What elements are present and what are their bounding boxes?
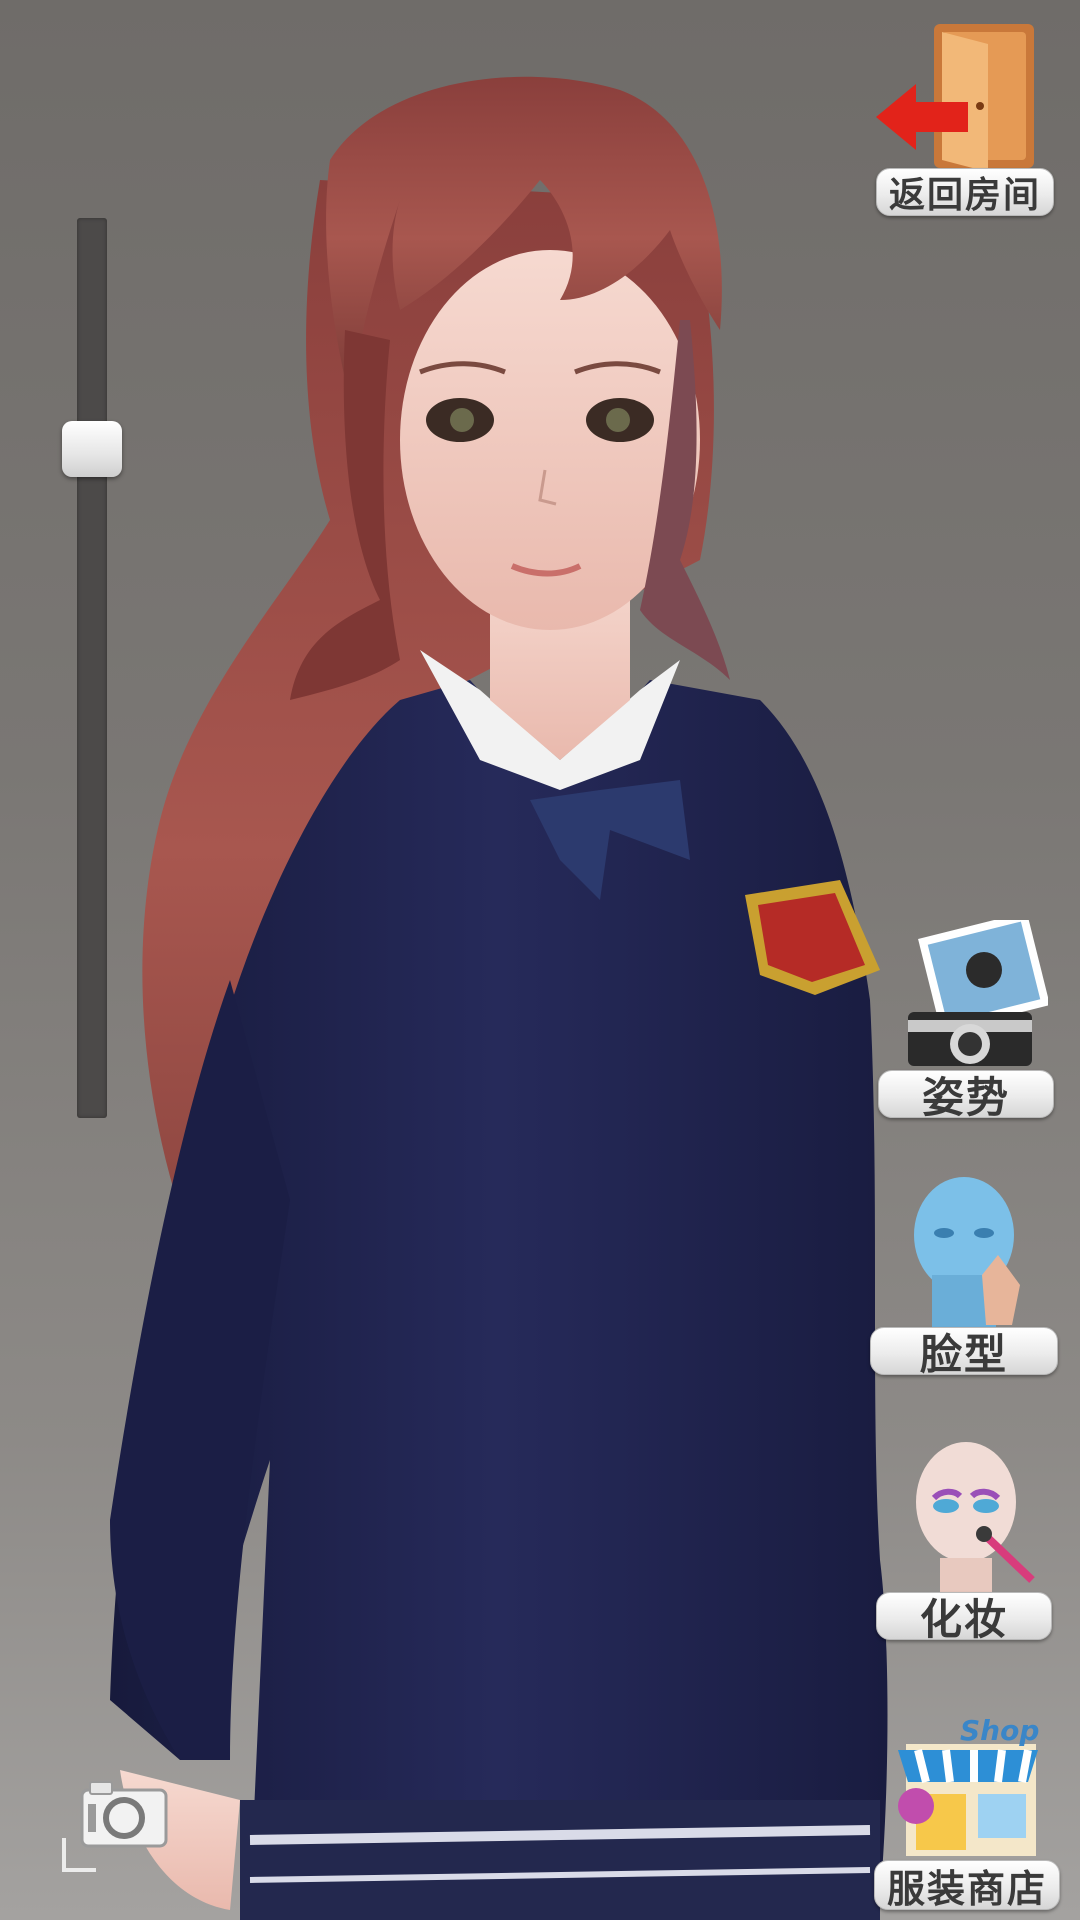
return-room-button[interactable]: 返回房间 bbox=[876, 22, 1056, 216]
back-arrow-icon bbox=[876, 84, 968, 150]
face-shape-icon bbox=[914, 1177, 1020, 1327]
makeup-icon bbox=[916, 1442, 1035, 1592]
zoom-slider-thumb[interactable] bbox=[62, 420, 122, 477]
pose-button[interactable]: 姿势 bbox=[878, 920, 1054, 1122]
screenshot-camera-icon[interactable] bbox=[60, 1778, 170, 1874]
clothing-shop-label: 服装商店 bbox=[874, 1860, 1060, 1911]
game-stage: 返回房间 姿势 脸型 化妆 Shop 服装商店 bbox=[0, 0, 1080, 1920]
zoom-slider-track[interactable] bbox=[77, 218, 107, 1118]
shop-sign-text: Shop bbox=[960, 1714, 1039, 1747]
face-shape-label: 脸型 bbox=[870, 1327, 1058, 1379]
makeup-button[interactable]: 化妆 bbox=[876, 1440, 1052, 1644]
clothing-shop-button[interactable]: Shop 服装商店 bbox=[874, 1710, 1060, 1911]
shop-icon: Shop bbox=[898, 1714, 1039, 1856]
return-room-label: 返回房间 bbox=[876, 168, 1054, 216]
pose-label: 姿势 bbox=[878, 1070, 1054, 1122]
makeup-label: 化妆 bbox=[876, 1592, 1052, 1644]
pose-camera-icon bbox=[908, 920, 1048, 1066]
face-shape-button[interactable]: 脸型 bbox=[870, 1175, 1058, 1379]
